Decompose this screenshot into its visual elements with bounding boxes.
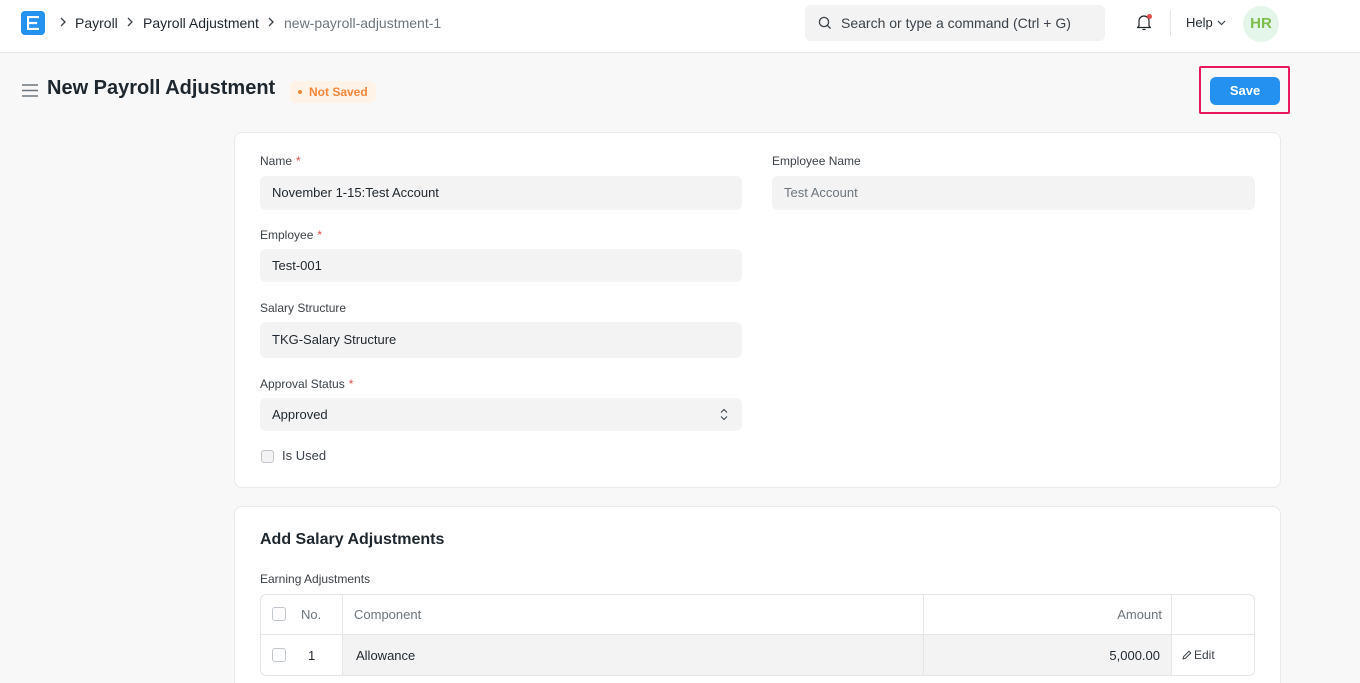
chevron-down-icon: [1217, 20, 1226, 26]
notification-dot: [1147, 14, 1152, 19]
earning-adjustments-label: Earning Adjustments: [260, 572, 371, 586]
select-all-checkbox[interactable]: [272, 607, 286, 621]
column-header-component: Component: [354, 607, 422, 622]
status-text: Not Saved: [309, 85, 368, 99]
search-placeholder: Search or type a command (Ctrl + G): [841, 15, 1071, 31]
save-button[interactable]: Save: [1210, 77, 1280, 105]
required-marker: *: [348, 377, 354, 391]
is-used-checkbox[interactable]: [261, 450, 274, 463]
employee-label-text: Employee: [260, 228, 314, 242]
required-marker: *: [296, 154, 301, 168]
chevron-right-icon: [60, 17, 66, 27]
pencil-icon: [1182, 650, 1192, 660]
page-title: New Payroll Adjustment: [47, 77, 276, 99]
breadcrumb-payroll[interactable]: Payroll: [75, 15, 118, 31]
salary-structure-label: Salary Structure: [260, 301, 347, 315]
row-number: 1: [308, 648, 316, 663]
user-avatar[interactable]: HR: [1243, 6, 1279, 42]
breadcrumb-payroll-adjustment[interactable]: Payroll Adjustment: [143, 15, 259, 31]
row-edit-button[interactable]: Edit: [1182, 648, 1215, 662]
row-checkbox[interactable]: [272, 648, 286, 662]
column-divider: [342, 595, 343, 675]
table-row[interactable]: 1 Allowance 5,000.00 Edit: [261, 635, 1254, 675]
status-badge: Not Saved: [290, 81, 376, 103]
employee-name-label: Employee Name: [772, 154, 861, 168]
salary-adjustments-card: Add Salary Adjustments Earning Adjustmen…: [234, 506, 1281, 683]
navbar-divider: [1170, 10, 1171, 36]
employee-field[interactable]: Test-001: [260, 249, 742, 282]
section-title: Add Salary Adjustments: [260, 531, 445, 548]
name-field[interactable]: November 1-15:Test Account: [260, 176, 742, 210]
app-logo[interactable]: [21, 11, 45, 35]
search-bar[interactable]: Search or type a command (Ctrl + G): [805, 5, 1105, 41]
chevron-right-icon: [127, 17, 133, 27]
approval-status-label-text: Approval Status: [260, 377, 345, 391]
employee-name-field: Test Account: [772, 176, 1255, 210]
employee-label: Employee *: [260, 228, 322, 242]
column-header-amount: Amount: [1117, 607, 1162, 622]
earning-adjustments-table: No. Component Amount 1 Allowance 5,000.0…: [260, 594, 1255, 676]
search-icon: [818, 16, 832, 30]
top-navbar: Payroll Payroll Adjustment new-payroll-a…: [0, 0, 1360, 53]
row-component[interactable]: Allowance: [356, 648, 415, 663]
salary-structure-field[interactable]: TKG-Salary Structure: [260, 322, 742, 358]
erpnext-logo-icon: [27, 16, 39, 30]
name-label-text: Name: [260, 154, 293, 168]
is-used-label: Is Used: [282, 448, 327, 463]
sidebar-toggle-icon[interactable]: [22, 84, 38, 97]
table-header: No. Component Amount: [261, 595, 1254, 635]
column-divider: [1171, 595, 1172, 675]
name-label: Name *: [260, 154, 301, 168]
column-header-no: No.: [301, 607, 322, 622]
required-marker: *: [317, 228, 323, 242]
details-card: Name * November 1-15:Test Account Employe…: [234, 132, 1281, 488]
breadcrumb-current[interactable]: new-payroll-adjustment-1: [284, 15, 441, 31]
column-divider: [923, 595, 924, 675]
status-dot: [298, 89, 302, 94]
approval-status-value: Approved: [272, 407, 328, 422]
select-arrows-icon: [720, 408, 728, 421]
edit-label: Edit: [1194, 648, 1215, 662]
help-menu[interactable]: Help: [1186, 15, 1213, 30]
chevron-right-icon: [268, 17, 274, 27]
approval-status-select[interactable]: Approved: [260, 398, 742, 431]
row-amount[interactable]: 5,000.00: [1109, 648, 1160, 663]
approval-status-label: Approval Status *: [260, 377, 353, 391]
